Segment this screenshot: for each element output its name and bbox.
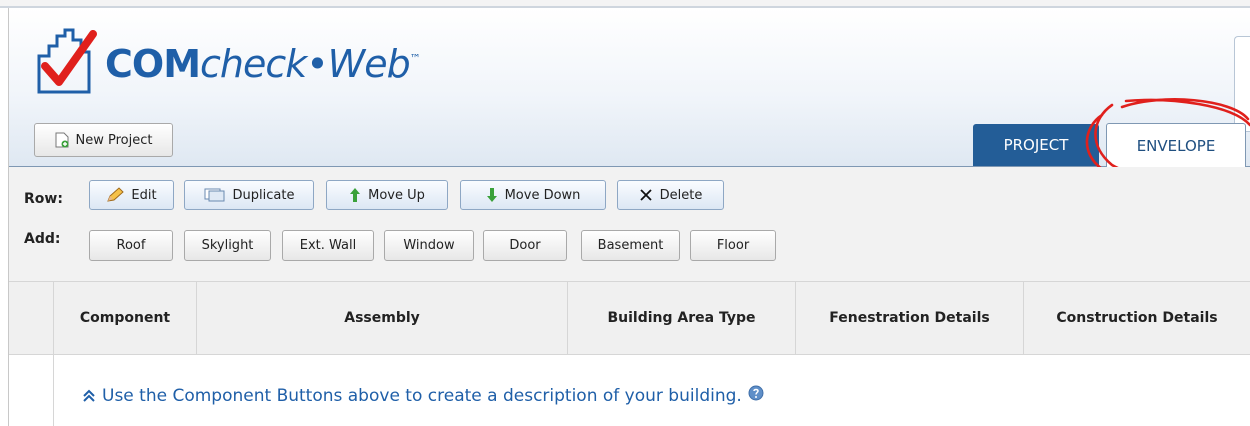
column-header-component[interactable]: Component [53,282,196,354]
logo-text-bold: COM [105,42,201,86]
new-project-label: New Project [75,132,153,148]
duplicate-button[interactable]: Duplicate [184,180,314,210]
pencil-icon [106,187,125,203]
column-header-building-area-type[interactable]: Building Area Type [567,282,795,354]
move-up-button[interactable]: Move Up [326,180,448,210]
arrow-up-icon [349,187,361,203]
help-icon[interactable] [748,385,764,401]
add-door-label: Door [509,238,541,253]
add-window-button[interactable]: Window [384,230,474,261]
new-document-icon [55,132,69,148]
components-table-header: Component Assembly Building Area Type Fe… [9,281,1250,355]
project-info-box: F 2( [1234,36,1250,132]
column-header-construction-details[interactable]: Construction Details [1023,282,1250,354]
move-down-button[interactable]: Move Down [460,180,606,210]
logo-text-rest: check•Web [200,42,411,86]
add-window-label: Window [403,238,455,253]
add-basement-button[interactable]: Basement [581,230,680,261]
new-project-button[interactable]: New Project [34,123,173,157]
component-toolbar: Row: Add: Edit Duplicate Move Up Move Do… [9,167,1250,281]
column-header-assembly[interactable]: Assembly [196,282,567,354]
add-label: Add: [24,231,61,247]
move-up-label: Move Up [368,187,425,203]
row-gutter [9,353,54,426]
add-basement-label: Basement [597,238,664,253]
duplicate-icon [204,188,226,202]
delete-button[interactable]: Delete [617,180,724,210]
add-ext-wall-label: Ext. Wall [299,238,357,253]
add-floor-button[interactable]: Floor [690,230,776,261]
add-floor-label: Floor [716,238,750,253]
edit-label: Edit [131,187,157,203]
add-ext-wall-button[interactable]: Ext. Wall [282,230,374,261]
add-roof-button[interactable]: Roof [89,230,173,261]
duplicate-label: Duplicate [232,187,295,203]
tab-project[interactable]: PROJECT [973,124,1099,166]
tab-envelope[interactable]: ENVELOPE [1106,123,1246,167]
row-label: Row: [24,191,63,207]
close-icon [639,188,653,202]
logo-text: COMcheck•Web™ [105,42,421,86]
delete-label: Delete [659,187,703,203]
column-header-fenestration-details[interactable]: Fenestration Details [795,282,1023,354]
empty-table-hint: Use the Component Buttons above to creat… [82,385,764,406]
checkmark-building-logo-icon [37,28,97,94]
edit-button[interactable]: Edit [89,180,174,210]
hint-text: Use the Component Buttons above to creat… [102,386,742,406]
arrow-down-icon [486,187,498,203]
comcheck-logo: COMcheck•Web™ [33,26,421,96]
move-down-label: Move Down [504,187,581,203]
logo-trademark: ™ [409,52,421,65]
double-chevron-up-icon [82,389,96,403]
add-roof-label: Roof [116,238,146,253]
add-door-button[interactable]: Door [483,230,567,261]
add-skylight-label: Skylight [201,238,254,253]
browser-top-strip [0,0,1250,8]
add-skylight-button[interactable]: Skylight [184,230,271,261]
